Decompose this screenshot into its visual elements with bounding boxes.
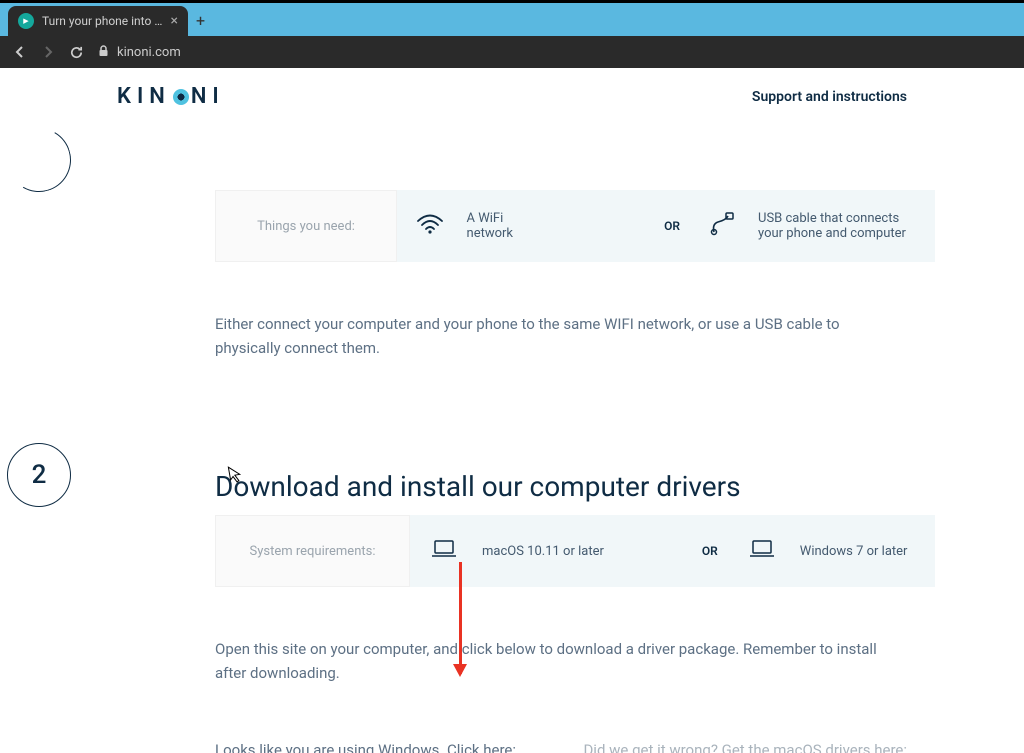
usb-cable-icon [708, 212, 736, 240]
requirements-label: Things you need: [215, 190, 397, 262]
browser-nav-bar: kinoni.com [0, 36, 1024, 68]
laptop-icon [746, 539, 778, 563]
forward-button[interactable] [38, 42, 58, 62]
download-prompt-row: Looks like you are using Windows. Click … [215, 741, 907, 753]
mac-text: macOS 10.11 or later [482, 544, 604, 559]
logo-mark-icon [173, 89, 189, 105]
new-tab-button[interactable]: + [196, 11, 205, 36]
site-header: KINNI Support and instructions [117, 68, 907, 125]
main-content: Things you need: A WiFi network OR USB c… [117, 125, 907, 753]
step-number-badge: 2 [7, 443, 71, 507]
lock-icon [98, 45, 109, 60]
requirements-label: System requirements: [215, 515, 410, 587]
requirements-strip: Things you need: A WiFi network OR USB c… [215, 190, 935, 262]
browser-tab-strip: Turn your phone into a wireless w × + [0, 0, 1024, 36]
usb-text: USB cable that connects your phone and c… [758, 211, 917, 241]
logo[interactable]: KINNI [117, 84, 225, 109]
step-number-badge [0, 121, 78, 199]
or-label: OR [654, 219, 690, 233]
windows-requirement: Windows 7 or later [728, 515, 926, 587]
laptop-icon [428, 539, 460, 563]
windows-text: Windows 7 or later [800, 544, 908, 559]
browser-tab[interactable]: Turn your phone into a wireless w × [8, 6, 188, 36]
usb-requirement: USB cable that connects your phone and c… [690, 190, 935, 262]
wifi-text: A WiFi network [467, 211, 547, 241]
step-1-body: Either connect your computer and your ph… [215, 312, 907, 360]
tab-close-icon[interactable]: × [171, 13, 178, 29]
tab-title: Turn your phone into a wireless w [42, 14, 165, 28]
windows-prompt: Looks like you are using Windows. Click … [215, 741, 516, 753]
page-body: KINNI Support and instructions Things yo… [0, 68, 1024, 753]
system-requirements-strip: System requirements: macOS 10.11 or late… [215, 515, 935, 587]
back-button[interactable] [10, 42, 30, 62]
tab-favicon [18, 13, 34, 29]
or-label: OR [692, 544, 728, 558]
reload-button[interactable] [66, 42, 86, 62]
support-link[interactable]: Support and instructions [752, 89, 907, 105]
macos-prompt: Did we get it wrong? Get the macOS drive… [583, 741, 907, 753]
address-bar[interactable]: kinoni.com [94, 45, 1014, 60]
mac-requirement: macOS 10.11 or later [410, 515, 622, 587]
step-2-title: Download and install our computer driver… [215, 470, 907, 503]
step-2-section: Download and install our computer driver… [117, 470, 907, 753]
step-1-section: Things you need: A WiFi network OR USB c… [117, 190, 907, 360]
step-2-body: Open this site on your computer, and cli… [215, 637, 907, 685]
wifi-icon [415, 213, 444, 239]
url-text: kinoni.com [117, 45, 181, 60]
wifi-requirement: A WiFi network [397, 190, 564, 262]
